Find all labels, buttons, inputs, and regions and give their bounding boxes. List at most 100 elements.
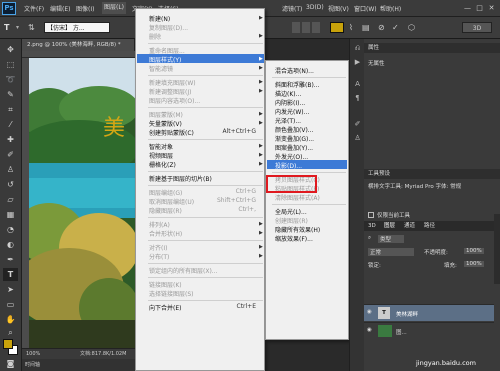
crop-tool-icon[interactable]: ⌗	[3, 103, 18, 116]
layer-menu-item[interactable]: 视频图层	[149, 151, 173, 160]
align-right-icon[interactable]	[312, 22, 320, 33]
layer-menu-item[interactable]: 新建填充图层(W)	[149, 78, 196, 87]
visibility-eye-icon[interactable]: ◉	[367, 309, 372, 315]
history-icon[interactable]: ⎌	[352, 43, 363, 54]
shape-tool-icon[interactable]: ▭	[3, 298, 18, 311]
layer-name[interactable]: 图...	[396, 328, 407, 336]
text-orientation-icon[interactable]: ⇅	[28, 22, 35, 33]
layer-menu-item[interactable]: 图层蒙版(M)	[149, 110, 183, 119]
commit-icon[interactable]: ✓	[392, 22, 399, 33]
3d-icon[interactable]: ⬡	[408, 22, 415, 33]
visibility-eye-icon[interactable]: ◉	[367, 327, 372, 333]
character-panel-icon[interactable]: ▤	[362, 22, 370, 33]
type-tool-icon[interactable]: T	[4, 22, 9, 33]
menu-file[interactable]: 文件(F)	[24, 4, 44, 13]
menu-window[interactable]: 窗口(W)	[354, 4, 377, 13]
tool-preset-item[interactable]: 横排文字工具: Myriad Pro 字体: 常规	[368, 182, 496, 190]
layer-menu-item[interactable]: 矢量蒙版(V)	[149, 119, 182, 128]
current-tool-checkbox[interactable]	[368, 212, 374, 218]
timeline-tab[interactable]: 时间轴	[22, 359, 135, 371]
marquee-tool-icon[interactable]: ⬚	[3, 58, 18, 71]
fill-field[interactable]: 100%	[464, 261, 484, 267]
layer-menu-item[interactable]: 链接图层(K)	[149, 280, 182, 289]
layer-style-item[interactable]: 混合选项(N)...	[275, 66, 314, 75]
quick-select-tool-icon[interactable]: ✎	[3, 88, 18, 101]
layer-style-item[interactable]: 描边(K)...	[275, 89, 301, 98]
layer-menu-item[interactable]: 锁定组内的所有图层(X)...	[149, 266, 218, 275]
warp-text-icon[interactable]: ⌇	[349, 22, 353, 33]
pen-tool-icon[interactable]: ✒	[3, 253, 18, 266]
layer-style-item[interactable]: 隐藏所有效果(H)	[275, 225, 320, 234]
dodge-tool-icon[interactable]: ◐	[3, 238, 18, 251]
layer-menu-item[interactable]: 选择链接图层(S)	[149, 289, 194, 298]
minimize-button[interactable]: —	[462, 3, 473, 13]
layer-style-item[interactable]: 内发光(W)...	[275, 107, 309, 116]
layer-menu-item[interactable]: 新建调整图层(J)	[149, 87, 191, 96]
text-color-swatch[interactable]	[330, 22, 344, 33]
properties-header[interactable]: 属性	[364, 43, 500, 53]
layer-menu-item[interactable]: 隐藏图层(R)	[149, 206, 182, 215]
layer-style-item[interactable]: 缩放效果(F)...	[275, 234, 313, 243]
foreground-color-swatch[interactable]	[3, 339, 13, 349]
type-tool-icon[interactable]: T	[3, 268, 18, 281]
eyedropper-tool-icon[interactable]: ⁄	[3, 118, 18, 131]
filter-type-select[interactable]: 类型	[378, 235, 404, 243]
panel-scrollbar[interactable]	[494, 214, 500, 284]
align-left-icon[interactable]	[292, 22, 300, 33]
layer-style-item[interactable]: 清除图层样式(A)	[275, 193, 320, 202]
chevron-down-icon[interactable]: ▾	[16, 22, 19, 33]
menu-layer[interactable]: 图层(L)	[102, 2, 127, 14]
eraser-tool-icon[interactable]: ▱	[3, 193, 18, 206]
layer-menu-item[interactable]: 向下合并(E)	[149, 303, 181, 312]
quick-mask-icon[interactable]: ◙	[3, 357, 18, 370]
brush-preset-icon[interactable]: ✐	[352, 119, 363, 130]
align-center-icon[interactable]	[302, 22, 310, 33]
menu-filter[interactable]: 滤镜(T)	[282, 4, 302, 13]
layer-menu-item[interactable]: 对齐(I)	[149, 243, 167, 252]
layer-style-item[interactable]: 投影(D)...	[275, 161, 302, 170]
lasso-tool-icon[interactable]: ➰	[3, 73, 18, 86]
tab-layers[interactable]: 图层	[384, 221, 395, 231]
cancel-icon[interactable]: ⊘	[378, 22, 385, 33]
blur-tool-icon[interactable]: ◔	[3, 223, 18, 236]
layer-menu-item[interactable]: 排列(A)	[149, 220, 170, 229]
layer-menu-item[interactable]: 智能对象	[149, 142, 173, 151]
layer-style-item[interactable]: 斜面和浮雕(B)...	[275, 80, 320, 89]
menu-view[interactable]: 视图(V)	[328, 4, 349, 13]
menu-help[interactable]: 帮助(H)	[380, 4, 401, 13]
document-tab[interactable]: 2.png @ 100% (美林海畔, RGB/8) *	[22, 39, 135, 51]
stamp-tool-icon[interactable]: ♙	[3, 163, 18, 176]
layer-style-item[interactable]: 颜色叠加(V)...	[275, 125, 314, 134]
layer-menu-item[interactable]: 智能滤镜	[149, 64, 173, 73]
layer-style-item[interactable]: 图案叠加(Y)...	[275, 143, 313, 152]
workspace-3d-button[interactable]: 3D	[462, 22, 492, 33]
tab-channels[interactable]: 通道	[404, 221, 415, 231]
path-select-tool-icon[interactable]: ➤	[3, 283, 18, 296]
canvas-area[interactable]: 美	[29, 58, 135, 348]
layer-menu-item[interactable]: 图层编组(G)	[149, 188, 182, 197]
actions-icon[interactable]: ▶	[352, 57, 363, 68]
gradient-tool-icon[interactable]: ▦	[3, 208, 18, 221]
layer-menu-item[interactable]: 合并形状(H)	[149, 229, 182, 238]
layer-menu-item[interactable]: 新建(N)	[149, 14, 170, 23]
layer-menu-item[interactable]: 图层样式(Y)	[149, 55, 181, 64]
character-icon[interactable]: A	[352, 79, 363, 90]
layer-style-item[interactable]: 全局光(L)...	[275, 207, 307, 216]
layer-name[interactable]: 美林湖畔	[396, 310, 418, 318]
layer-menu-item[interactable]: 删除	[149, 32, 161, 41]
layer-style-item[interactable]: 渐变叠加(G)...	[275, 134, 314, 143]
menu-edit[interactable]: 编辑(E)	[50, 4, 70, 13]
layer-menu-item[interactable]: 创建剪贴蒙版(C)	[149, 128, 194, 137]
hand-tool-icon[interactable]: ✋	[3, 313, 18, 326]
font-family-field[interactable]: 【仿宋】 方...	[44, 22, 110, 33]
tab-3d[interactable]: 3D	[368, 221, 376, 231]
color-swatches[interactable]	[3, 339, 19, 357]
brush-tool-icon[interactable]: ✐	[3, 148, 18, 161]
opacity-field[interactable]: 100%	[464, 248, 484, 254]
menu-image[interactable]: 图像(I)	[76, 4, 94, 13]
layer-menu-item[interactable]: 栅格化(Z)	[149, 160, 176, 169]
layer-menu-item[interactable]: 复制图层(D)...	[149, 23, 188, 32]
healing-tool-icon[interactable]: ✚	[3, 133, 18, 146]
layer-style-item[interactable]: 创建图层(R)	[275, 216, 308, 225]
close-button[interactable]: ✕	[486, 3, 497, 13]
